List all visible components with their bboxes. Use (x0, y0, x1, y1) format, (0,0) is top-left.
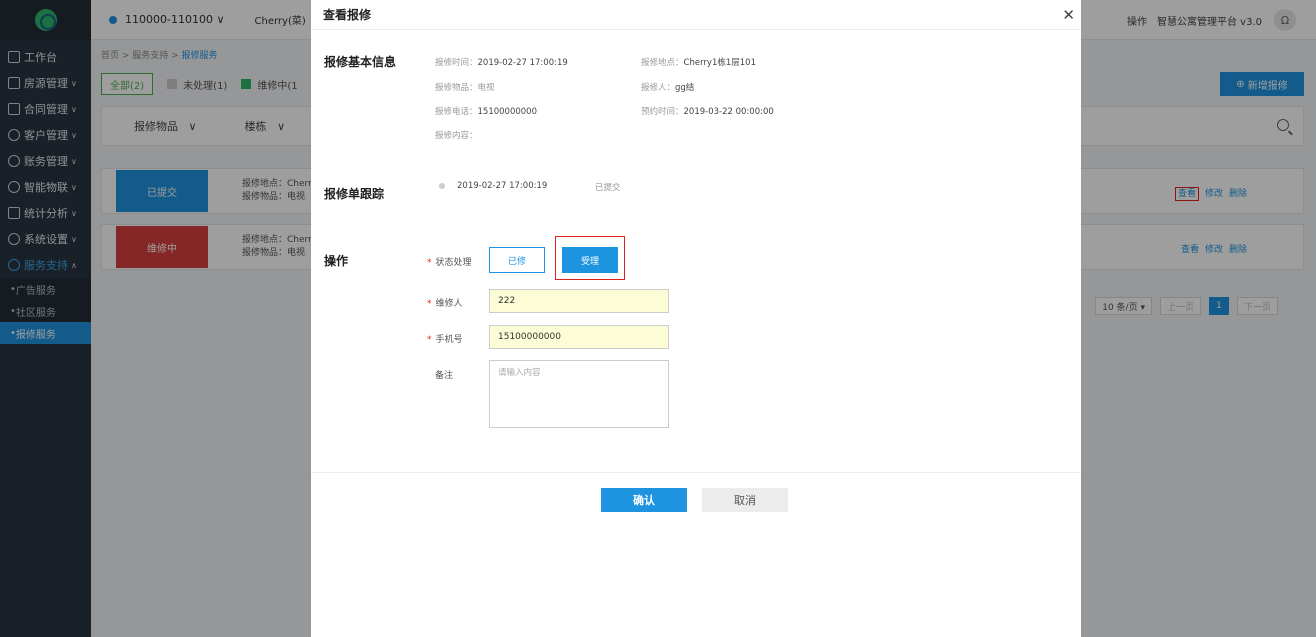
confirm-button[interactable]: 确认 (601, 488, 687, 512)
close-icon[interactable]: ✕ (1062, 6, 1075, 24)
accept-button[interactable]: 受理 (562, 247, 618, 273)
fixed-button[interactable]: 已修 (489, 247, 545, 273)
cancel-button[interactable]: 取消 (702, 488, 788, 512)
repairer-input[interactable]: 222 (489, 289, 669, 313)
appointment-time: 预约时间：2019-03-22 00:00:00 (641, 107, 774, 117)
repair-person: 报修人：gg结 (641, 83, 695, 93)
tracking-title: 报修单跟踪 (324, 187, 385, 201)
tracking-status: 已提交 (595, 183, 621, 193)
remark-label: 备注 (435, 371, 454, 381)
footer-divider (311, 472, 1081, 473)
repair-place: 报修地点：Cherry1栋1层101 (641, 58, 756, 68)
mobile-label: * 手机号 (427, 335, 463, 345)
modal-title: 查看报修 (323, 8, 372, 22)
repair-item: 报修物品：电视 (435, 83, 495, 93)
modal-header: 查看报修 ✕ (311, 0, 1081, 30)
basic-info-title: 报修基本信息 (324, 55, 397, 69)
operation-title: 操作 (324, 254, 349, 268)
status-label: * 状态处理 (427, 258, 472, 268)
repair-content: 报修内容： (435, 131, 478, 141)
repair-detail-modal: 查看报修 ✕ 报修基本信息 报修时间：2019-02-27 17:00:19 报… (311, 0, 1081, 637)
tracking-time: 2019-02-27 17:00:19 (457, 181, 548, 191)
repair-phone: 报修电话：15100000000 (435, 107, 538, 117)
remark-textarea[interactable]: 请输入内容 (489, 360, 669, 428)
repair-time: 报修时间：2019-02-27 17:00:19 (435, 58, 568, 68)
mobile-input[interactable]: 15100000000 (489, 325, 669, 349)
repairer-label: * 维修人 (427, 299, 463, 309)
timeline-dot-icon (439, 183, 445, 189)
